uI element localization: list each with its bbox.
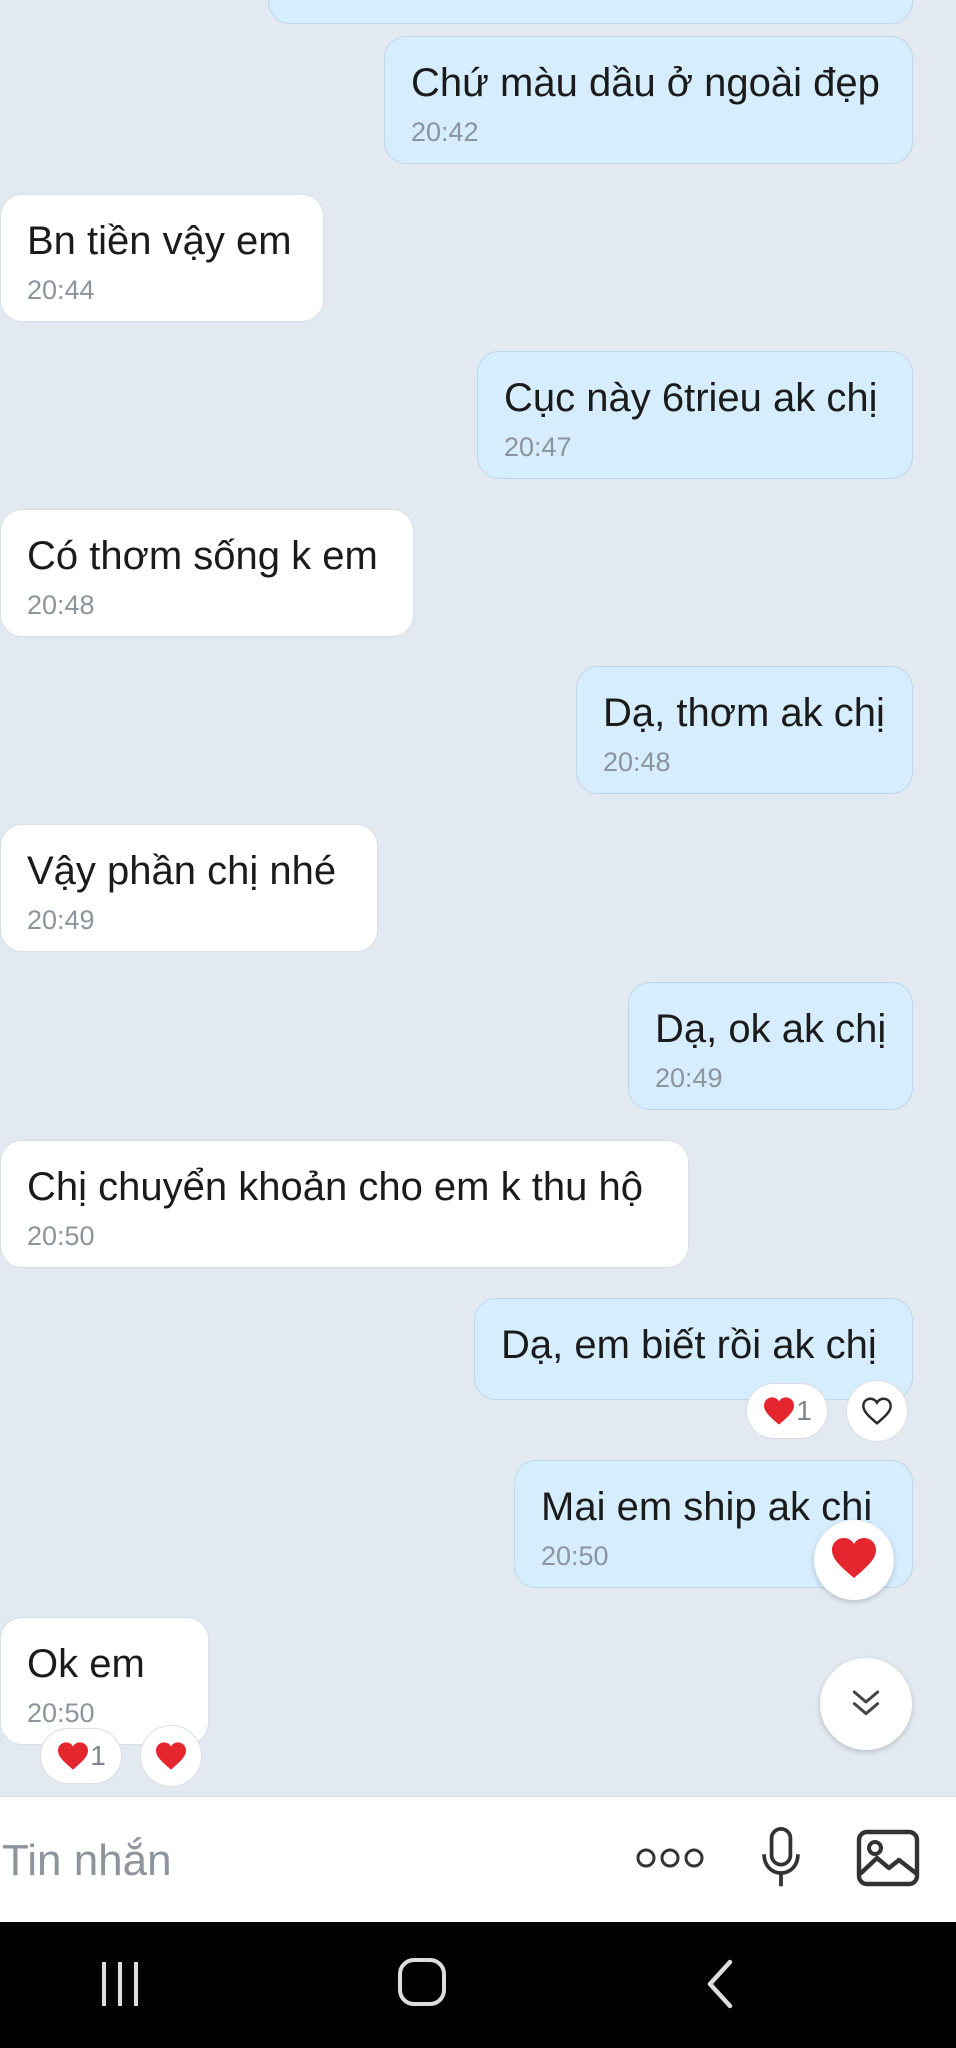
image-icon <box>855 1828 921 1893</box>
reaction-count: 1 <box>796 1395 812 1426</box>
message-bubble-incoming[interactable]: Bn tiền vậy em 20:44 <box>0 194 324 322</box>
message-text: Cục này 6trieu ak chị <box>504 376 878 420</box>
message-text: Dạ, thơm ak chị <box>603 691 885 735</box>
heart-outline-icon <box>860 1396 894 1426</box>
message-text: Dạ, ok ak chị <box>655 1007 887 1051</box>
back-icon <box>702 1958 738 2015</box>
recent-apps-icon <box>98 1960 142 2013</box>
message-bubble-incoming[interactable]: Có thơm sống k em 20:48 <box>0 509 414 637</box>
message-time: 20:42 <box>411 117 479 147</box>
message-bubble-outgoing[interactable]: Dạ, ok ak chị 20:49 <box>628 982 913 1110</box>
message-text: Bn tiền vậy em <box>27 219 292 263</box>
home-button[interactable] <box>390 1952 454 2016</box>
message-bubble-incoming[interactable]: Vậy phần chị nhé 20:49 <box>0 824 378 952</box>
message-bubble-incoming[interactable]: Chị chuyển khoản cho em k thu hộ 20:50 <box>0 1140 689 1268</box>
message-text: Vậy phần chị nhé <box>27 849 337 893</box>
message-text: Có thơm sống k em <box>27 534 378 578</box>
reaction-count-badge[interactable]: 1 <box>40 1728 122 1784</box>
message-time: 20:47 <box>504 432 572 462</box>
message-bubble-outgoing[interactable]: Dạ, thơm ak chị 20:48 <box>576 666 913 794</box>
voice-button[interactable] <box>748 1825 814 1895</box>
recent-apps-button[interactable] <box>90 1956 150 2016</box>
react-heart-button[interactable] <box>814 1520 894 1600</box>
message-time: 20:48 <box>27 590 95 620</box>
message-bubble-partial[interactable] <box>268 0 913 24</box>
message-bubble-outgoing[interactable]: Dạ, em biết rồi ak chị <box>474 1298 913 1400</box>
home-icon <box>396 1956 448 2013</box>
message-text: Dạ, em biết rồi ak chị <box>501 1323 877 1367</box>
scroll-to-bottom-button[interactable] <box>820 1658 912 1750</box>
reaction-count: 1 <box>90 1740 106 1771</box>
reaction-count-badge[interactable]: 1 <box>746 1383 828 1439</box>
add-reaction-button[interactable] <box>846 1380 908 1442</box>
message-time: 20:44 <box>27 275 95 305</box>
system-navigation-bar <box>0 1922 956 2048</box>
message-text: Ok em <box>27 1642 145 1686</box>
message-time: 20:49 <box>27 905 95 935</box>
heart-icon <box>830 1536 878 1585</box>
more-button[interactable] <box>630 1839 710 1881</box>
heart-icon <box>762 1396 796 1426</box>
heart-icon <box>56 1741 90 1771</box>
message-text: Chị chuyển khoản cho em k thu hộ <box>27 1165 643 1209</box>
message-composer <box>0 1796 956 1923</box>
microphone-icon <box>758 1826 804 1895</box>
message-bubble-outgoing[interactable]: Cục này 6trieu ak chị 20:47 <box>477 351 913 479</box>
message-text: Chứ màu dầu ở ngoài đẹp <box>411 61 880 105</box>
image-button[interactable] <box>852 1825 924 1895</box>
message-time: 20:49 <box>655 1063 723 1093</box>
add-reaction-button[interactable] <box>140 1725 202 1787</box>
message-time: 20:48 <box>603 747 671 777</box>
heart-icon <box>154 1741 188 1771</box>
message-time: 20:50 <box>27 1221 95 1251</box>
double-chevron-down-icon <box>846 1682 886 1727</box>
more-icon <box>634 1846 706 1875</box>
message-input[interactable] <box>0 1825 584 1897</box>
message-bubble-outgoing[interactable]: Chứ màu dầu ở ngoài đẹp 20:42 <box>384 36 913 164</box>
message-time: 20:50 <box>27 1698 95 1728</box>
back-button[interactable] <box>690 1956 750 2016</box>
